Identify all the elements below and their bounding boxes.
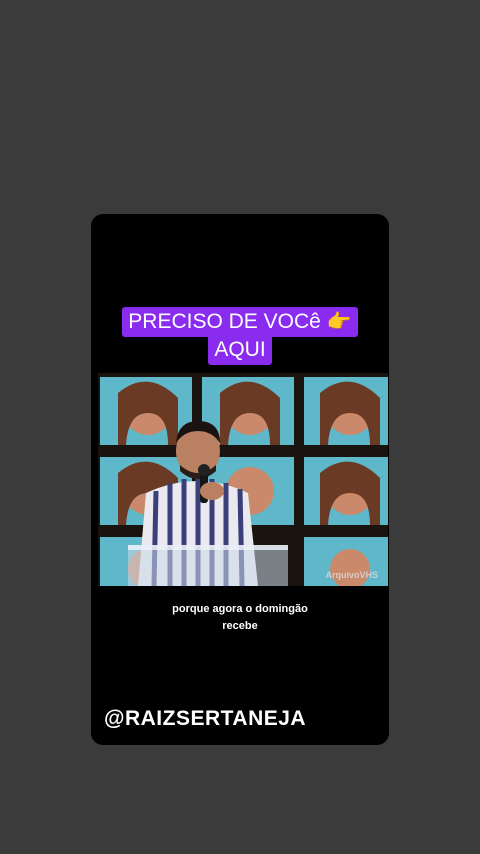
video-still: [98, 373, 388, 586]
subtitle-caption: porque agora o domingão recebe: [91, 601, 389, 635]
caption-text-1: PRECISO DE VOCê: [128, 310, 321, 333]
subtitle-line-1: porque agora o domingão: [172, 603, 308, 615]
caption-sticker: PRECISO DE VOCê 👉 AQUI: [91, 307, 389, 365]
video-watermark: ArquivoVHS: [325, 570, 378, 580]
podium: [128, 545, 288, 586]
pointing-hand-icon: 👉: [326, 311, 352, 333]
subtitle-line-2: recebe: [222, 620, 258, 632]
tv-screen: [304, 377, 388, 445]
story-card[interactable]: PRECISO DE VOCê 👉 AQUI ArquivoVHS porque…: [91, 214, 389, 745]
video-frame[interactable]: ArquivoVHS: [98, 373, 388, 586]
tv-screen: [304, 457, 388, 525]
account-handle[interactable]: @RAIZSERTANEJA: [104, 707, 306, 731]
caption-line-1: PRECISO DE VOCê 👉: [122, 307, 358, 337]
caption-line-2: AQUI: [208, 335, 272, 365]
